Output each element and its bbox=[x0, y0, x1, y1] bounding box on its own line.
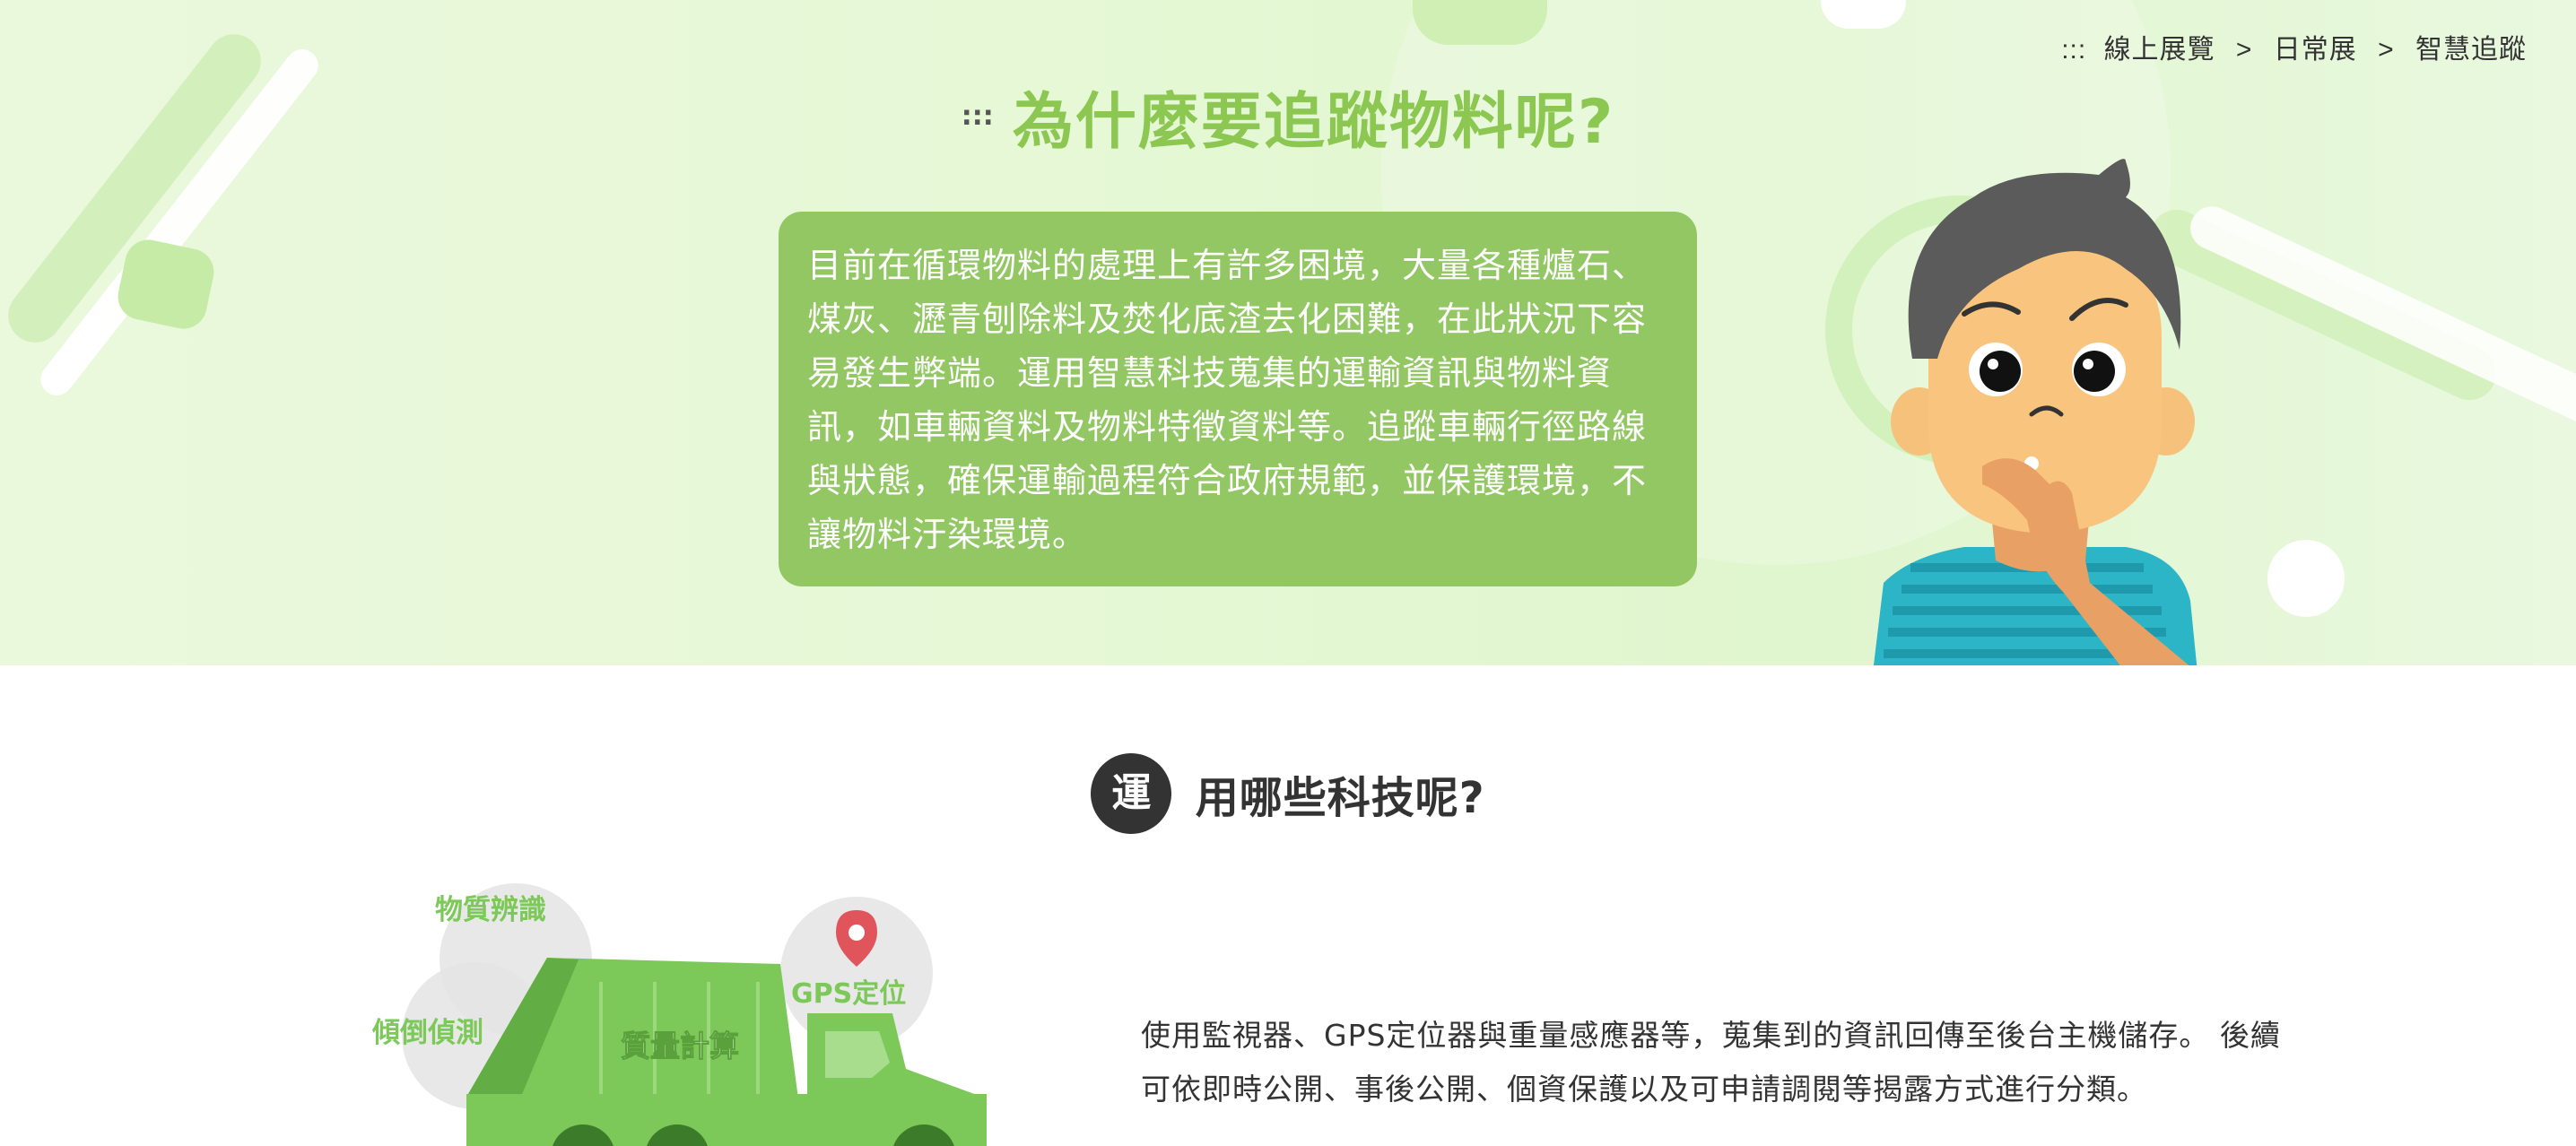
decor-stripe bbox=[2183, 199, 2576, 436]
thinking-boy-illustration bbox=[1873, 159, 2197, 665]
breadcrumb-separator: > bbox=[2378, 35, 2395, 65]
decor-blob bbox=[113, 235, 219, 334]
label-weight-calculation: 質量計算 bbox=[621, 1029, 739, 1064]
section-description: 使用監視器、GPS定位器與重量感應器等，蒐集到的資訊回傳至後台主機儲存。 後續可… bbox=[1141, 1018, 2281, 1107]
breadcrumb-marker: ::: bbox=[2061, 35, 2087, 65]
breadcrumb: ::: 線上展覽 > 日常展 > 智慧追蹤 bbox=[2061, 27, 2527, 66]
label-tilt-detection: 傾倒偵測 bbox=[371, 1017, 483, 1049]
label-gps-positioning: GPS定位 bbox=[791, 978, 906, 1010]
label-identification: 物質辨識 bbox=[435, 894, 546, 926]
section-badge: 運 bbox=[1091, 753, 1172, 834]
hero-banner: ::: 線上展覽 > 日常展 > 智慧追蹤 ::: 為什麼要追蹤物料呢? 目前在… bbox=[0, 0, 2576, 665]
page-title-text: 為什麼要追蹤物料呢? bbox=[1012, 87, 1615, 158]
section-title-text: 用哪些科技呢? bbox=[1195, 773, 1485, 823]
decor-blob bbox=[1413, 0, 1547, 45]
truck-illustration: 物質辨識 傾倒偵測 質量計算 GPS定位 bbox=[359, 879, 1005, 1146]
decor-dot bbox=[2267, 540, 2345, 617]
breadcrumb-item-daily-exhibition[interactable]: 日常展 bbox=[2274, 35, 2357, 65]
title-marker: ::: bbox=[961, 100, 994, 132]
breadcrumb-separator: > bbox=[2235, 35, 2253, 65]
intro-text-box: 目前在循環物料的處理上有許多困境，大量各種爐石、煤灰、瀝青刨除料及焚化底渣去化困… bbox=[779, 212, 1697, 586]
garbage-truck-illustration: 物質辨識 傾倒偵測 質量計算 GPS定位 bbox=[371, 883, 987, 1146]
section-title: 運 用哪些科技呢? bbox=[0, 753, 2576, 834]
breadcrumb-item-online-exhibition[interactable]: 線上展覽 bbox=[2104, 35, 2215, 65]
breadcrumb-item-smart-tracking[interactable]: 智慧追蹤 bbox=[2415, 35, 2527, 65]
